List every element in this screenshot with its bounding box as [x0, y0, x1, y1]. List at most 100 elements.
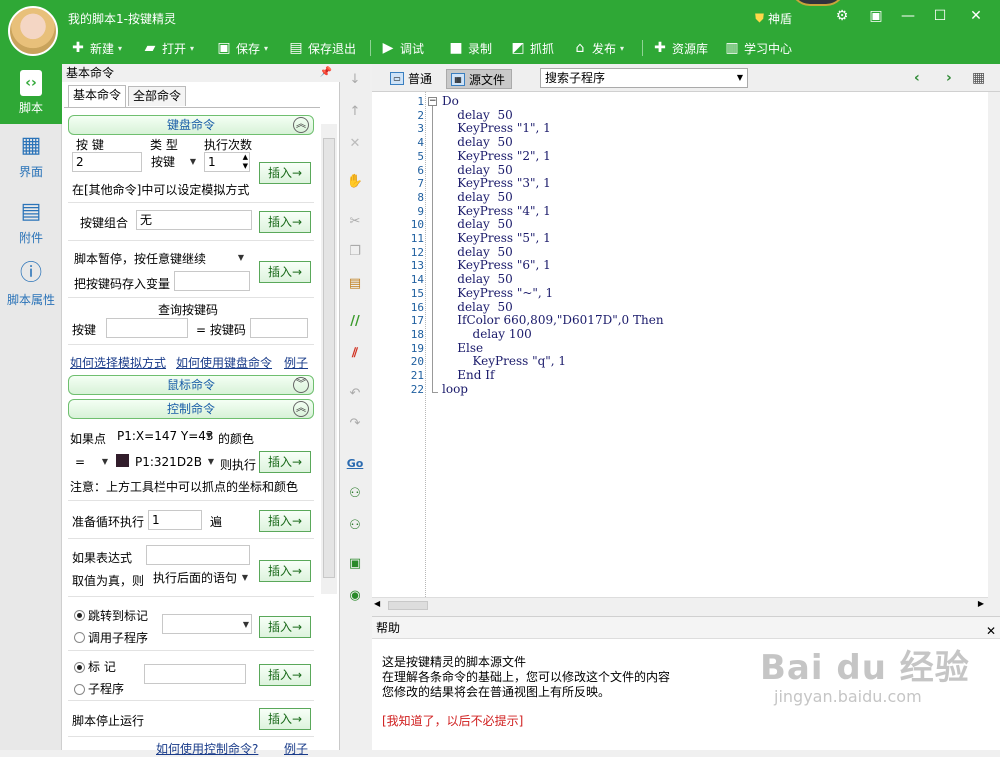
nav-item-properties[interactable]: ⓘ 脚本属性	[0, 254, 62, 314]
expand-icon[interactable]: ︾	[293, 377, 309, 393]
settings-gear-icon[interactable]: ⚙	[832, 8, 852, 24]
code-line[interactable]: KeyPress "1", 1	[442, 121, 551, 135]
code-line[interactable]: delay 50	[442, 245, 512, 259]
count-stepper[interactable]: 1 ▲ ▼	[204, 152, 250, 172]
forward-arrow-icon[interactable]: ›	[946, 70, 952, 86]
link-control-example[interactable]: 例子	[284, 740, 308, 757]
shield-badge[interactable]: ⛊ 神盾	[755, 10, 792, 27]
expression-input[interactable]	[146, 545, 250, 565]
replace-icon[interactable]: ⚇	[345, 516, 365, 536]
insert-pause-button[interactable]: 插入→	[259, 261, 311, 283]
code-line[interactable]: KeyPress "5", 1	[442, 231, 551, 245]
mark-radio[interactable]	[74, 662, 85, 673]
code-line[interactable]: KeyPress "2", 1	[442, 149, 551, 163]
insert-expression-button[interactable]: 插入→	[259, 560, 311, 582]
paste-icon[interactable]: ▤	[345, 274, 365, 294]
delete-icon[interactable]: ✕	[345, 134, 365, 154]
hand-icon[interactable]: ✋	[345, 172, 365, 192]
code-editor[interactable]: 1 2 3 4 5 6 7 8 9 10 11 12 13 14 15 16 17 18 19 20 21 22 − Do…	[390, 92, 988, 597]
combo-input[interactable]: 无	[136, 210, 252, 230]
dismiss-hint-link[interactable]: [我知道了，以后不必提示]	[382, 712, 523, 729]
insert-mark-button[interactable]: 插入→	[259, 664, 311, 686]
jump-target-select[interactable]: ▼	[162, 614, 252, 634]
grab-button[interactable]: ◩ 抓抓	[510, 38, 554, 58]
query-code-input[interactable]	[250, 318, 308, 338]
call-sub-radio[interactable]	[74, 632, 85, 643]
collapse-icon[interactable]: ︽	[293, 401, 309, 417]
type-select[interactable]: 按键 ▼	[148, 152, 198, 172]
color-select[interactable]: P1:321D2B ▼	[132, 452, 216, 472]
link-example[interactable]: 例子	[284, 354, 308, 371]
insert-stop-button[interactable]: 插入→	[259, 708, 311, 730]
code-line[interactable]: delay 50	[442, 300, 512, 314]
loop-count-input[interactable]: 1	[148, 510, 202, 530]
store-variable-input[interactable]	[174, 271, 250, 291]
code-line[interactable]: Else	[442, 341, 483, 355]
redo-icon[interactable]: ↷	[345, 414, 365, 434]
code-line[interactable]: delay 50	[442, 163, 512, 177]
link-keyboard-commands[interactable]: 如何使用键盘命令	[176, 354, 272, 371]
learn-center-button[interactable]: ▥ 学习中心	[724, 38, 792, 58]
code-line[interactable]: delay 100	[442, 327, 532, 341]
stepper-arrows-icon[interactable]: ▲ ▼	[243, 153, 248, 171]
nav-item-script[interactable]: ‹› 脚本	[0, 64, 62, 124]
code-line[interactable]: KeyPress "q", 1	[442, 354, 567, 368]
code-line[interactable]: loop	[442, 382, 468, 396]
code-line[interactable]: IfColor 660,809,"D6017D",0 Then	[442, 313, 663, 327]
record-button[interactable]: ■ 录制	[448, 38, 492, 58]
code-line[interactable]: Do	[442, 94, 459, 108]
collapse-icon[interactable]: ︽	[293, 117, 309, 133]
subroutine-radio[interactable]	[74, 684, 85, 695]
key-input[interactable]: 2	[72, 152, 142, 172]
insert-ifcolor-button[interactable]: 插入→	[259, 451, 311, 473]
nav-item-interface[interactable]: ▦ 界面	[0, 126, 62, 186]
open-button[interactable]: ▰ 打开 ▾	[142, 38, 194, 58]
debug-button[interactable]: ▶ 调试	[380, 38, 424, 58]
editor-vertical-scrollbar[interactable]	[988, 92, 1000, 597]
save-button[interactable]: ▣ 保存 ▾	[216, 38, 268, 58]
scroll-left-icon[interactable]: ◀	[374, 599, 380, 608]
minimize-icon[interactable]: —	[898, 8, 918, 24]
tab-normal-view[interactable]: ▭ 普通	[386, 69, 438, 89]
nav-item-attachment[interactable]: ▤ 附件	[0, 192, 62, 252]
avatar[interactable]	[8, 6, 58, 56]
code-line[interactable]: delay 50	[442, 108, 512, 122]
tab-basic-commands[interactable]: 基本命令	[68, 85, 127, 107]
maximize-icon[interactable]: ☐	[930, 8, 950, 24]
code-line[interactable]: KeyPress "~", 1	[442, 286, 553, 300]
skin-icon[interactable]: ▣	[866, 8, 886, 24]
link-control-commands[interactable]: 如何使用控制命令?	[156, 740, 258, 757]
point-select[interactable]: P1:X=147 Y=43 ▼	[114, 426, 214, 446]
close-icon[interactable]: ✕	[986, 620, 996, 642]
code-line[interactable]: End If	[442, 368, 494, 382]
scrollbar-thumb[interactable]	[388, 601, 428, 610]
query-key-input[interactable]	[106, 318, 188, 338]
tab-source-view[interactable]: ▦ 源文件	[446, 69, 513, 89]
code-line[interactable]: KeyPress "6", 1	[442, 258, 551, 272]
scrollbar-thumb[interactable]	[323, 138, 335, 578]
insert-combo-button[interactable]: 插入→	[259, 211, 311, 233]
command-panel-scrollbar[interactable]	[321, 124, 337, 594]
code-line[interactable]: delay 50	[442, 217, 512, 231]
comment-icon[interactable]: //	[345, 312, 365, 332]
keyboard-section-header[interactable]: 键盘命令 ︽	[68, 115, 314, 135]
code-line[interactable]: delay 50	[442, 135, 512, 149]
publish-button[interactable]: ⌂ 发布 ▾	[572, 38, 624, 58]
expression-action-select[interactable]: 执行后面的语句 ▼	[150, 568, 250, 588]
close-icon[interactable]: ✕	[966, 8, 986, 24]
code-line[interactable]: delay 50	[442, 272, 512, 286]
pin-icon[interactable]: 📌	[320, 64, 332, 82]
link-simulation-method[interactable]: 如何选择模拟方式	[70, 354, 166, 371]
code-line[interactable]: delay 50	[442, 190, 512, 204]
insert-jump-button[interactable]: 插入→	[259, 616, 311, 638]
save-exit-button[interactable]: ▤ 保存退出	[288, 38, 356, 58]
code-line[interactable]: KeyPress "3", 1	[442, 176, 551, 190]
operator-select[interactable]: = ▼	[72, 452, 110, 472]
subroutine-search-select[interactable]: 搜索子程序 ▼	[540, 68, 748, 88]
find-icon[interactable]: ⚇	[345, 484, 365, 504]
mouse-section-header[interactable]: 鼠标命令 ︾	[68, 375, 314, 395]
insert-key-button[interactable]: 插入→	[259, 162, 311, 184]
fold-toggle-icon[interactable]: −	[428, 97, 437, 106]
editor-horizontal-scrollbar[interactable]: ◀ ▶	[372, 597, 988, 613]
arrow-up-icon[interactable]: ↑	[345, 102, 365, 122]
